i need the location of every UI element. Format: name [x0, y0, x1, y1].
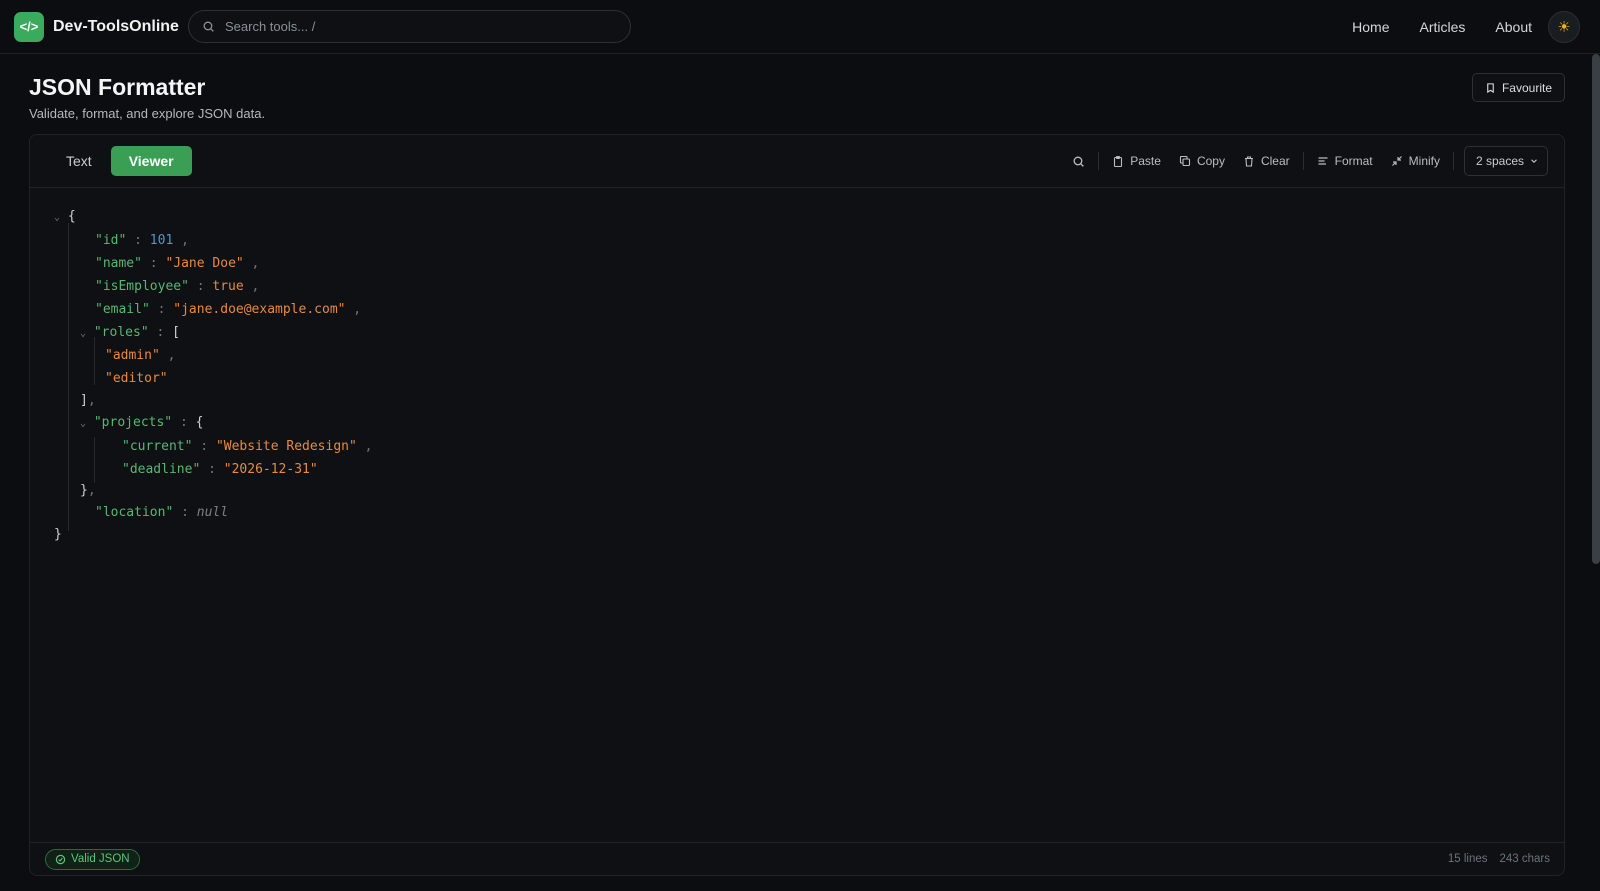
tree-row-name: "name" : "Jane Doe" ,: [95, 256, 260, 271]
tree-row-role-editor: "editor": [105, 371, 168, 386]
toolbar-divider: [1453, 152, 1454, 170]
tree-row-current: "current" : "Website Redesign" ,: [122, 439, 373, 454]
page-scrollbar[interactable]: [1592, 54, 1600, 564]
tree-row-projects[interactable]: ⌄ "projects" : {: [80, 413, 203, 433]
tab-text[interactable]: Text: [51, 146, 107, 176]
formatter-panel: Text Viewer Paste Copy Clear Format Mini…: [29, 134, 1565, 876]
minify-button[interactable]: Minify: [1382, 147, 1449, 175]
tree-row-deadline: "deadline" : "2026-12-31": [122, 462, 318, 477]
document-stats: 15 lines 243 chars: [1448, 853, 1550, 865]
tree-root-open[interactable]: ⌄ {: [54, 207, 76, 227]
copy-label: Copy: [1196, 154, 1225, 168]
tree-row-roles[interactable]: ⌄ "roles" : [: [80, 323, 180, 343]
toolbar-divider: [1098, 152, 1100, 170]
chevron-down-icon[interactable]: ⌄: [80, 418, 86, 429]
tree-projects-close: },: [80, 483, 96, 498]
clear-label: Clear: [1260, 154, 1290, 168]
tree-root-close: }: [54, 527, 62, 542]
toolbar-actions: Paste Copy Clear Format Minify 2 spaces: [1063, 146, 1548, 176]
check-circle-icon: [55, 854, 66, 864]
sun-icon: ☀: [1557, 19, 1571, 36]
tab-viewer[interactable]: Viewer: [110, 146, 192, 176]
copy-button[interactable]: Copy: [1170, 147, 1234, 175]
bookmark-icon: [1487, 82, 1494, 93]
minify-label: Minify: [1408, 154, 1440, 168]
valid-json-label: Valid JSON: [71, 853, 130, 865]
format-label: Format: [1334, 154, 1373, 168]
search-input[interactable]: [225, 19, 585, 34]
valid-json-badge: Valid JSON: [45, 848, 140, 870]
paste-button[interactable]: Paste: [1103, 147, 1170, 175]
theme-toggle-button[interactable]: ☀: [1548, 11, 1580, 43]
paste-label: Paste: [1130, 154, 1161, 168]
nav-articles[interactable]: Articles: [1420, 19, 1466, 35]
chevron-down-icon[interactable]: ⌄: [80, 328, 86, 339]
brand-name[interactable]: Dev-ToolsOnline: [53, 18, 179, 36]
json-tree-viewer[interactable]: ⌄ { "id" : 101 , "name" : "Jane Doe" , "…: [30, 189, 1564, 830]
indent-guide: [94, 437, 95, 483]
indent-guide: [94, 337, 95, 385]
tree-row-id: "id" : 101 ,: [95, 233, 189, 248]
clear-button[interactable]: Clear: [1234, 147, 1299, 175]
search-box[interactable]: [188, 10, 631, 43]
chevron-down-icon[interactable]: ⌄: [54, 212, 60, 223]
clipboard-icon: [1114, 155, 1123, 167]
main-nav: Home Articles About: [1352, 0, 1532, 54]
line-count: 15 lines: [1447, 853, 1488, 865]
favourite-button[interactable]: Favourite: [1471, 73, 1565, 102]
indent-value: 2 spaces: [1476, 154, 1525, 168]
nav-about[interactable]: About: [1495, 19, 1532, 35]
toolbar-divider: [1302, 152, 1304, 170]
status-bar: Valid JSON 15 lines 243 chars: [30, 842, 1564, 875]
top-bar: </> Dev-ToolsOnline Home Articles About …: [0, 0, 1600, 54]
nav-home[interactable]: Home: [1352, 19, 1389, 35]
favourite-label: Favourite: [1501, 80, 1552, 95]
tree-row-is-employee: "isEmployee" : true ,: [95, 279, 260, 294]
code-logo-icon[interactable]: </>: [14, 11, 44, 42]
page-title: JSON Formatter: [29, 74, 206, 100]
search-json-button[interactable]: [1063, 147, 1094, 175]
tree-roles-close: ],: [80, 393, 96, 408]
trash-icon: [1244, 155, 1253, 167]
align-left-icon: [1318, 157, 1328, 165]
search-icon: [203, 21, 214, 32]
minimize-icon: [1391, 156, 1402, 166]
page-subtitle: Validate, format, and explore JSON data.: [29, 106, 266, 121]
indent-guide: [68, 223, 69, 531]
tree-row-email: "email" : "jane.doe@example.com" ,: [95, 302, 362, 317]
toolbar: Text Viewer Paste Copy Clear Format Mini…: [30, 135, 1564, 188]
chevron-down-icon: [1531, 159, 1537, 164]
format-button[interactable]: Format: [1308, 147, 1382, 175]
char-count: 243 chars: [1499, 853, 1550, 865]
tree-row-location: "location" : null: [95, 505, 229, 520]
view-tabs: Text Viewer: [51, 146, 192, 176]
copy-icon: [1179, 155, 1190, 167]
indent-select[interactable]: 2 spaces: [1464, 146, 1548, 176]
tree-row-role-admin: "admin" ,: [105, 348, 176, 363]
search-icon: [1073, 156, 1085, 167]
